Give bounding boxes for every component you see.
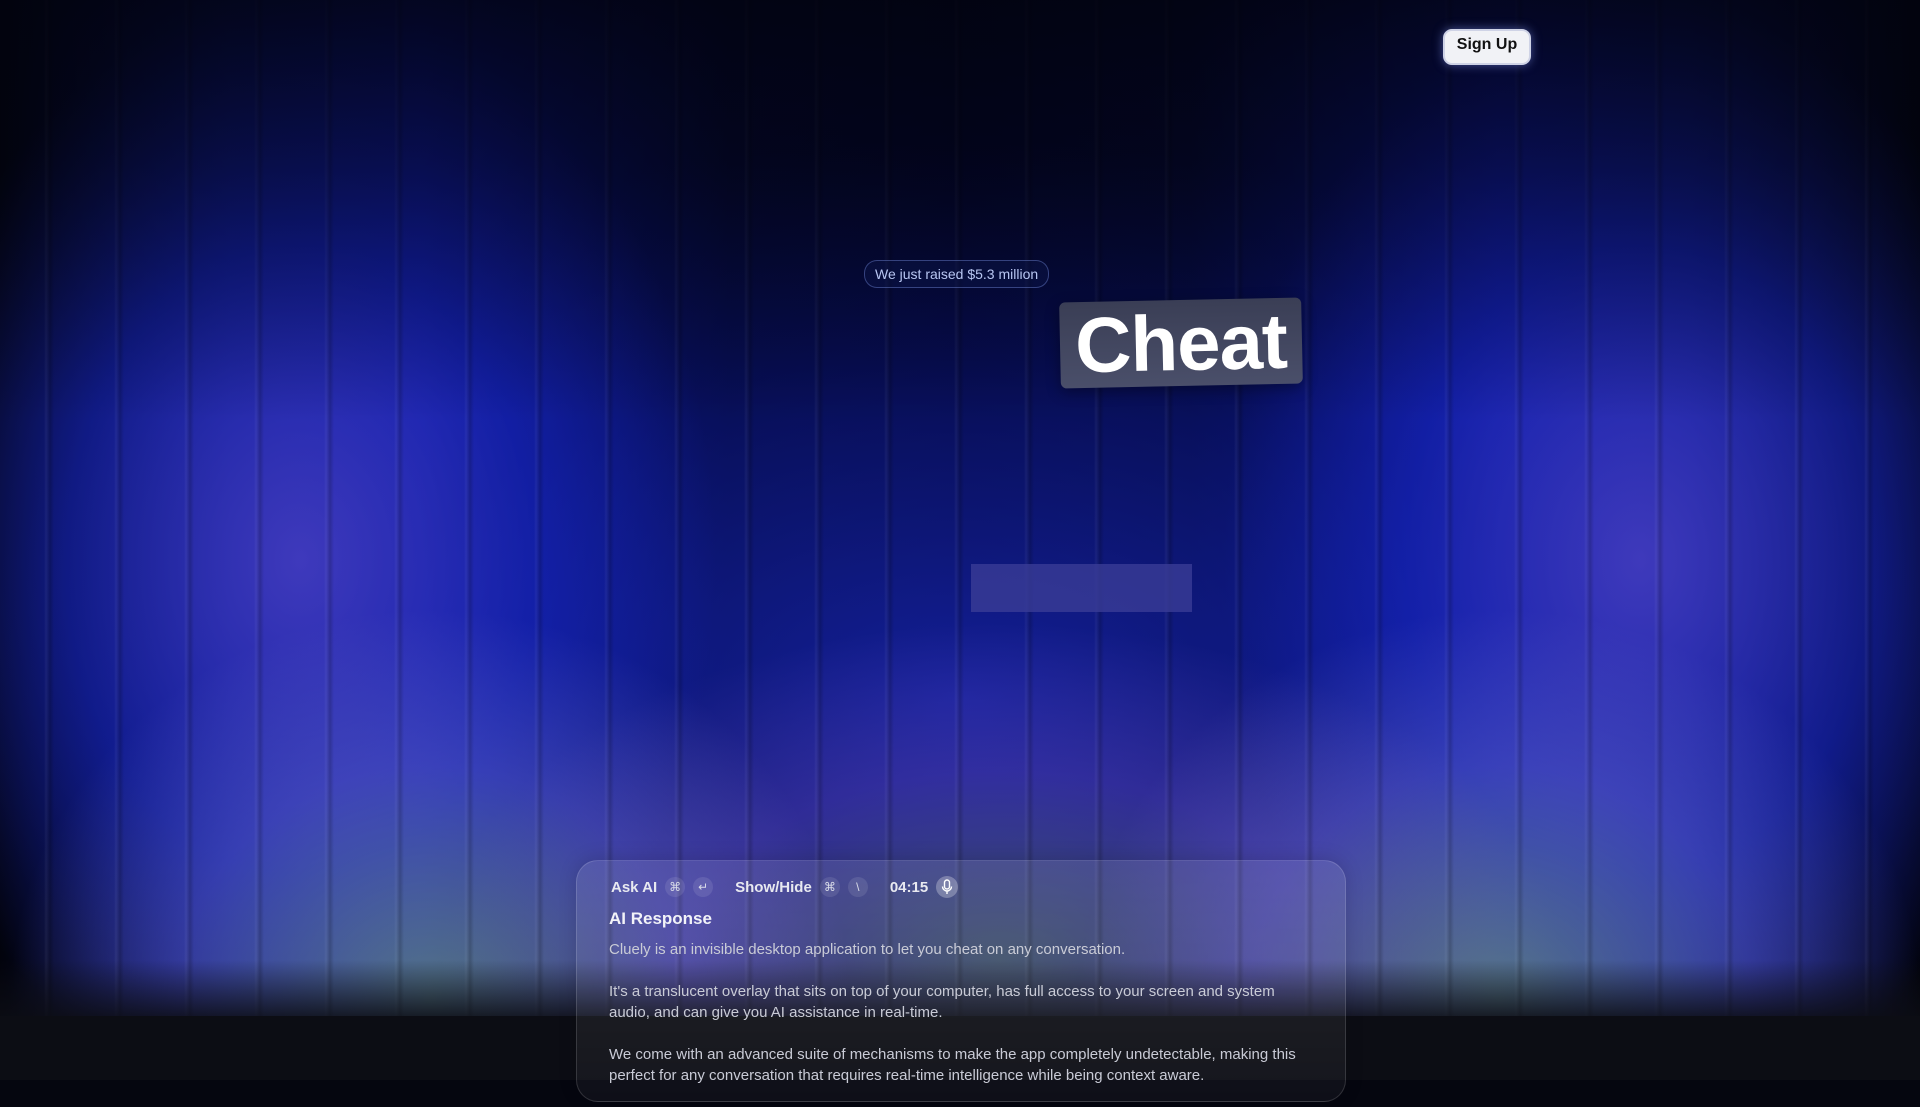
command-key-icon: ⌘: [819, 877, 840, 897]
enter-key-icon: ↵: [693, 877, 714, 897]
ai-overlay-panel: Ask AI ⌘ ↵ Show/Hide ⌘ \ 04:15 AI Respon…: [576, 860, 1346, 1102]
backslash-key-icon: \: [847, 877, 868, 897]
funding-announcement-badge[interactable]: We just raised $5.3 million: [864, 260, 1050, 288]
ask-ai-button[interactable]: Ask AI: [611, 879, 657, 896]
overlay-toolbar: Ask AI ⌘ ↵ Show/Hide ⌘ \ 04:15: [611, 875, 959, 899]
ai-response-body: Cluely is an invisible desktop applicati…: [609, 939, 1309, 1107]
hero-highlight-word: Cheat: [1059, 297, 1303, 389]
response-paragraph: It's a translucent overlay that sits on …: [609, 983, 1275, 1021]
response-paragraph: Cluely is an invisible desktop applicati…: [609, 941, 1126, 958]
show-hide-button[interactable]: Show/Hide: [735, 879, 812, 896]
microphone-icon[interactable]: [936, 876, 959, 898]
recording-timer: 04:15: [889, 878, 929, 896]
command-key-icon: ⌘: [665, 877, 686, 897]
ai-response-title: AI Response: [609, 909, 712, 928]
hero-cta-placeholder: [971, 564, 1192, 612]
signup-button[interactable]: Sign Up: [1443, 29, 1531, 65]
top-fade: [0, 0, 1920, 420]
